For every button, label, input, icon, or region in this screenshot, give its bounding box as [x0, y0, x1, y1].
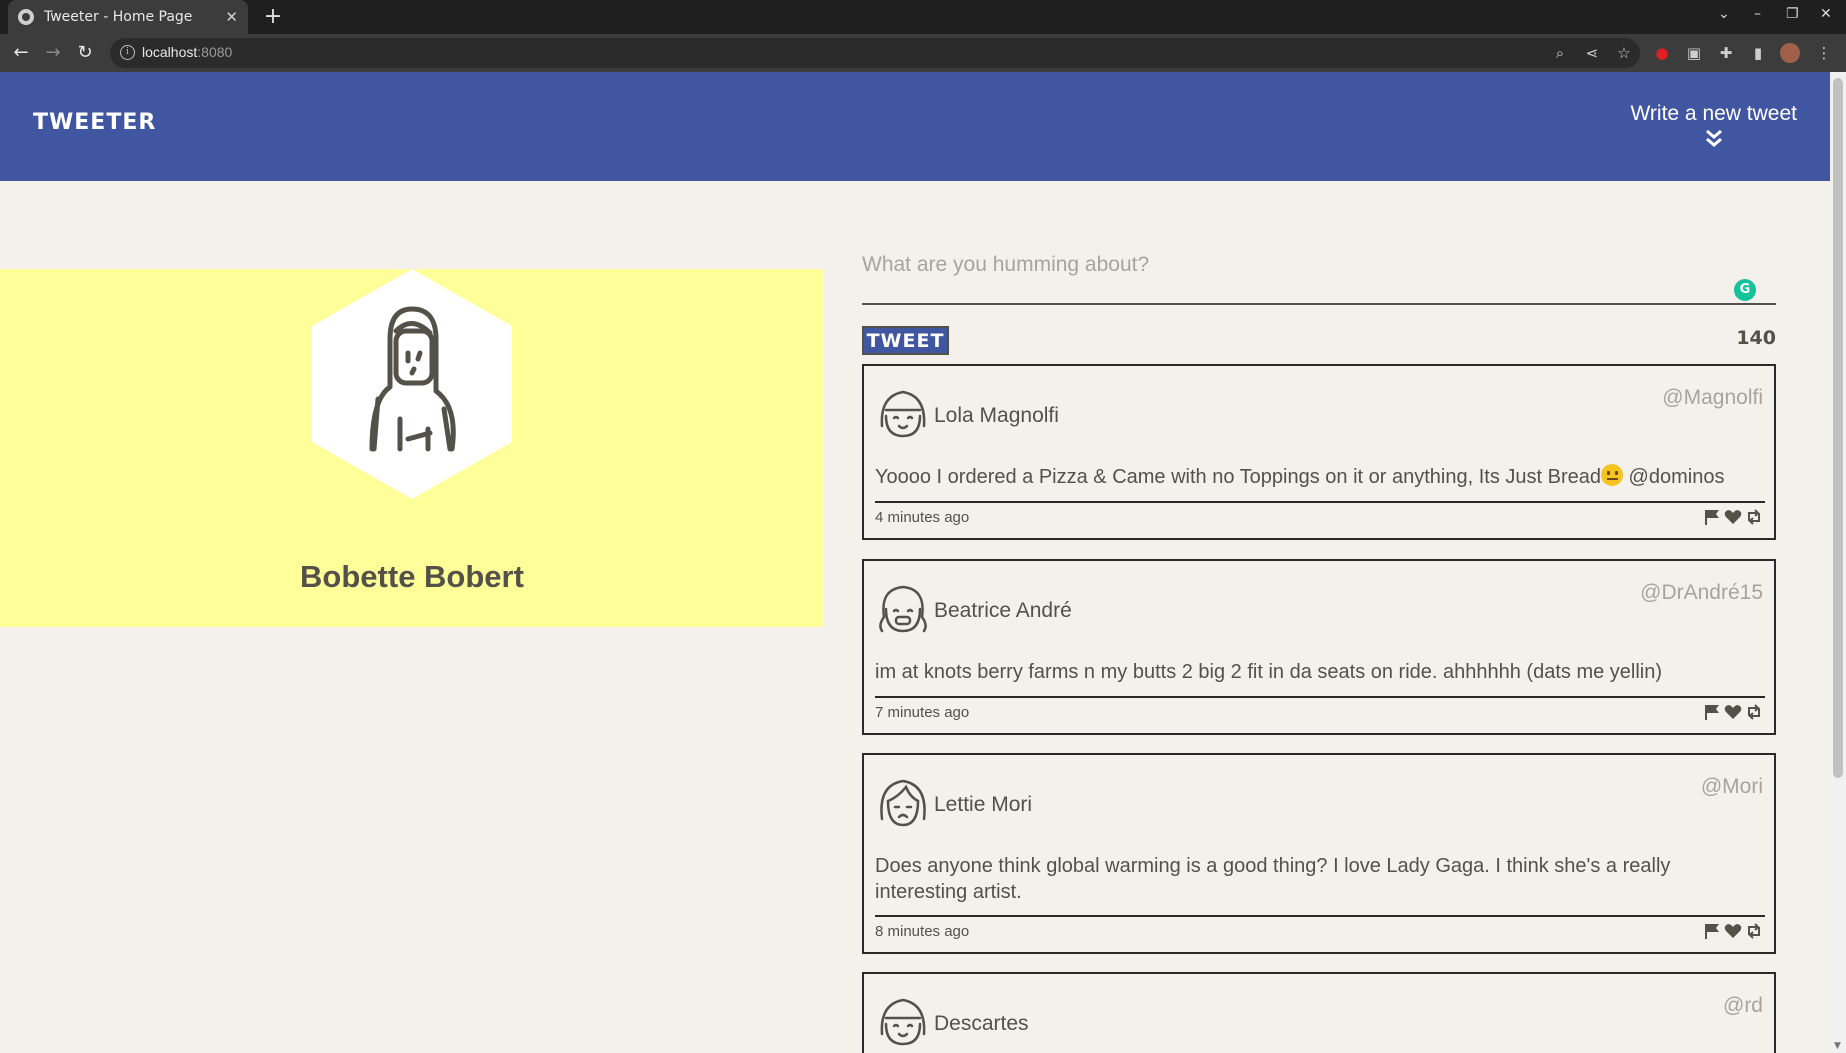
- flag-icon[interactable]: [1703, 704, 1721, 720]
- restore-icon[interactable]: ❐: [1786, 6, 1799, 22]
- flag-icon[interactable]: [1703, 923, 1721, 939]
- site-nav: TWEETER Write a new tweet: [0, 72, 1830, 181]
- browser-tabbar: Tweeter - Home Page ✕ + ⌄ – ❐ ✕: [0, 0, 1846, 34]
- tweet-divider: [875, 915, 1765, 917]
- browser-tab[interactable]: Tweeter - Home Page ✕: [8, 0, 248, 34]
- tweet-author-name: Lola Magnolfi: [934, 404, 1059, 427]
- profile-panel: Bobette Bobert: [0, 269, 824, 627]
- side-panel-icon[interactable]: ▮: [1748, 43, 1768, 63]
- grammarly-icon[interactable]: G: [1734, 279, 1756, 301]
- heart-icon[interactable]: [1724, 509, 1742, 525]
- tweet-author-handle[interactable]: @Magnolfi: [1662, 386, 1763, 410]
- tweet-author-name: Beatrice André: [934, 599, 1072, 622]
- tweet-content: Does anyone think global warming is a go…: [875, 855, 1671, 903]
- heart-icon[interactable]: [1724, 704, 1742, 720]
- scroll-down-arrow-icon[interactable]: ▼: [1834, 1041, 1841, 1051]
- menu-kebab-icon[interactable]: ⋮: [1814, 43, 1834, 63]
- tweet-content: Yoooo I ordered a Pizza & Came with no T…: [875, 464, 1725, 488]
- neutral-face-emoji-icon: [1601, 464, 1623, 486]
- retweet-icon[interactable]: [1745, 923, 1763, 939]
- extension-box-icon[interactable]: ▣: [1684, 43, 1704, 63]
- share-icon[interactable]: ⋖: [1582, 43, 1602, 63]
- forward-icon[interactable]: →: [42, 42, 64, 64]
- extensions-puzzle-icon[interactable]: ✚: [1716, 43, 1736, 63]
- tweet-card: Lettie Mori @Mori Does anyone think glob…: [862, 753, 1776, 954]
- zoom-icon[interactable]: ⌕: [1550, 43, 1570, 63]
- retweet-icon[interactable]: [1745, 509, 1763, 525]
- write-new-tweet-label: Write a new tweet: [1630, 102, 1797, 125]
- tweet-timestamp: 7 minutes ago: [875, 704, 970, 721]
- write-new-tweet-link[interactable]: Write a new tweet: [1630, 102, 1797, 148]
- tweet-timestamp: 8 minutes ago: [875, 923, 970, 940]
- url-text: localhost:8080: [142, 44, 233, 60]
- user-avatar-icon: [880, 390, 926, 438]
- double-chevron-down-icon: [1705, 129, 1722, 147]
- bookmark-star-icon[interactable]: ☆: [1614, 43, 1634, 63]
- close-tab-icon[interactable]: ✕: [225, 8, 238, 26]
- tweet-author-name: Descartes: [934, 1012, 1029, 1035]
- tab-title: Tweeter - Home Page: [44, 9, 193, 25]
- back-icon[interactable]: ←: [10, 42, 32, 64]
- tweet-divider: [875, 696, 1765, 698]
- tweet-actions: [1703, 923, 1763, 939]
- tweet-divider: [875, 501, 1765, 503]
- reload-icon[interactable]: ↻: [74, 42, 96, 64]
- site-info-icon[interactable]: i: [120, 45, 135, 60]
- address-bar[interactable]: i localhost:8080: [110, 38, 1640, 68]
- user-avatar-icon: [880, 998, 926, 1046]
- tweet-card: Beatrice André @DrAndré15 im at knots be…: [862, 559, 1776, 735]
- flag-icon[interactable]: [1703, 509, 1721, 525]
- profile-avatar: [312, 269, 512, 499]
- user-avatar-icon: [880, 779, 926, 827]
- tweet-author-handle[interactable]: @DrAndré15: [1640, 581, 1763, 605]
- tweet-author-handle[interactable]: @rd: [1723, 994, 1763, 1018]
- retweet-icon[interactable]: [1745, 704, 1763, 720]
- page-scrollbar[interactable]: ▼: [1830, 72, 1846, 1053]
- tweet-author-name: Lettie Mori: [934, 793, 1033, 816]
- browser-toolbar: ← → ↻ i localhost:8080 ⌕ ⋖ ☆ ● ▣ ✚ ▮ ⋮: [0, 34, 1846, 72]
- tweet-content: im at knots berry farms n my butts 2 big…: [875, 661, 1663, 683]
- page-content: TWEETER Write a new tweet Bobette Bobert…: [0, 72, 1830, 1053]
- extension-red-icon[interactable]: ●: [1652, 43, 1672, 63]
- character-counter: 140: [1736, 327, 1776, 349]
- heart-icon[interactable]: [1724, 923, 1742, 939]
- tweet-timestamp: 4 minutes ago: [875, 509, 970, 526]
- tab-search-icon[interactable]: ⌄: [1718, 6, 1730, 22]
- new-tab-button[interactable]: +: [260, 4, 286, 30]
- profile-name: Bobette Bobert: [300, 559, 524, 594]
- close-window-icon[interactable]: ✕: [1820, 6, 1832, 22]
- tweet-card: Lola Magnolfi @Magnolfi Yoooo I ordered …: [862, 364, 1776, 540]
- scrollbar-thumb[interactable]: [1833, 78, 1843, 778]
- tweet-author-handle[interactable]: @Mori: [1701, 775, 1763, 799]
- profile-avatar-icon[interactable]: [1780, 43, 1800, 63]
- tweet-actions: [1703, 509, 1763, 525]
- tweet-textarea[interactable]: [862, 247, 1776, 305]
- user-avatar-icon: [879, 585, 927, 633]
- tweet-actions: [1703, 704, 1763, 720]
- globe-icon: [18, 9, 34, 25]
- tweet-button[interactable]: TWEET: [862, 326, 949, 355]
- tweet-card: Descartes @rd: [862, 972, 1776, 1053]
- minimize-icon[interactable]: –: [1754, 6, 1761, 22]
- brand-logo[interactable]: TWEETER: [33, 110, 156, 135]
- new-tweet-form: G TWEET 140: [862, 247, 1776, 355]
